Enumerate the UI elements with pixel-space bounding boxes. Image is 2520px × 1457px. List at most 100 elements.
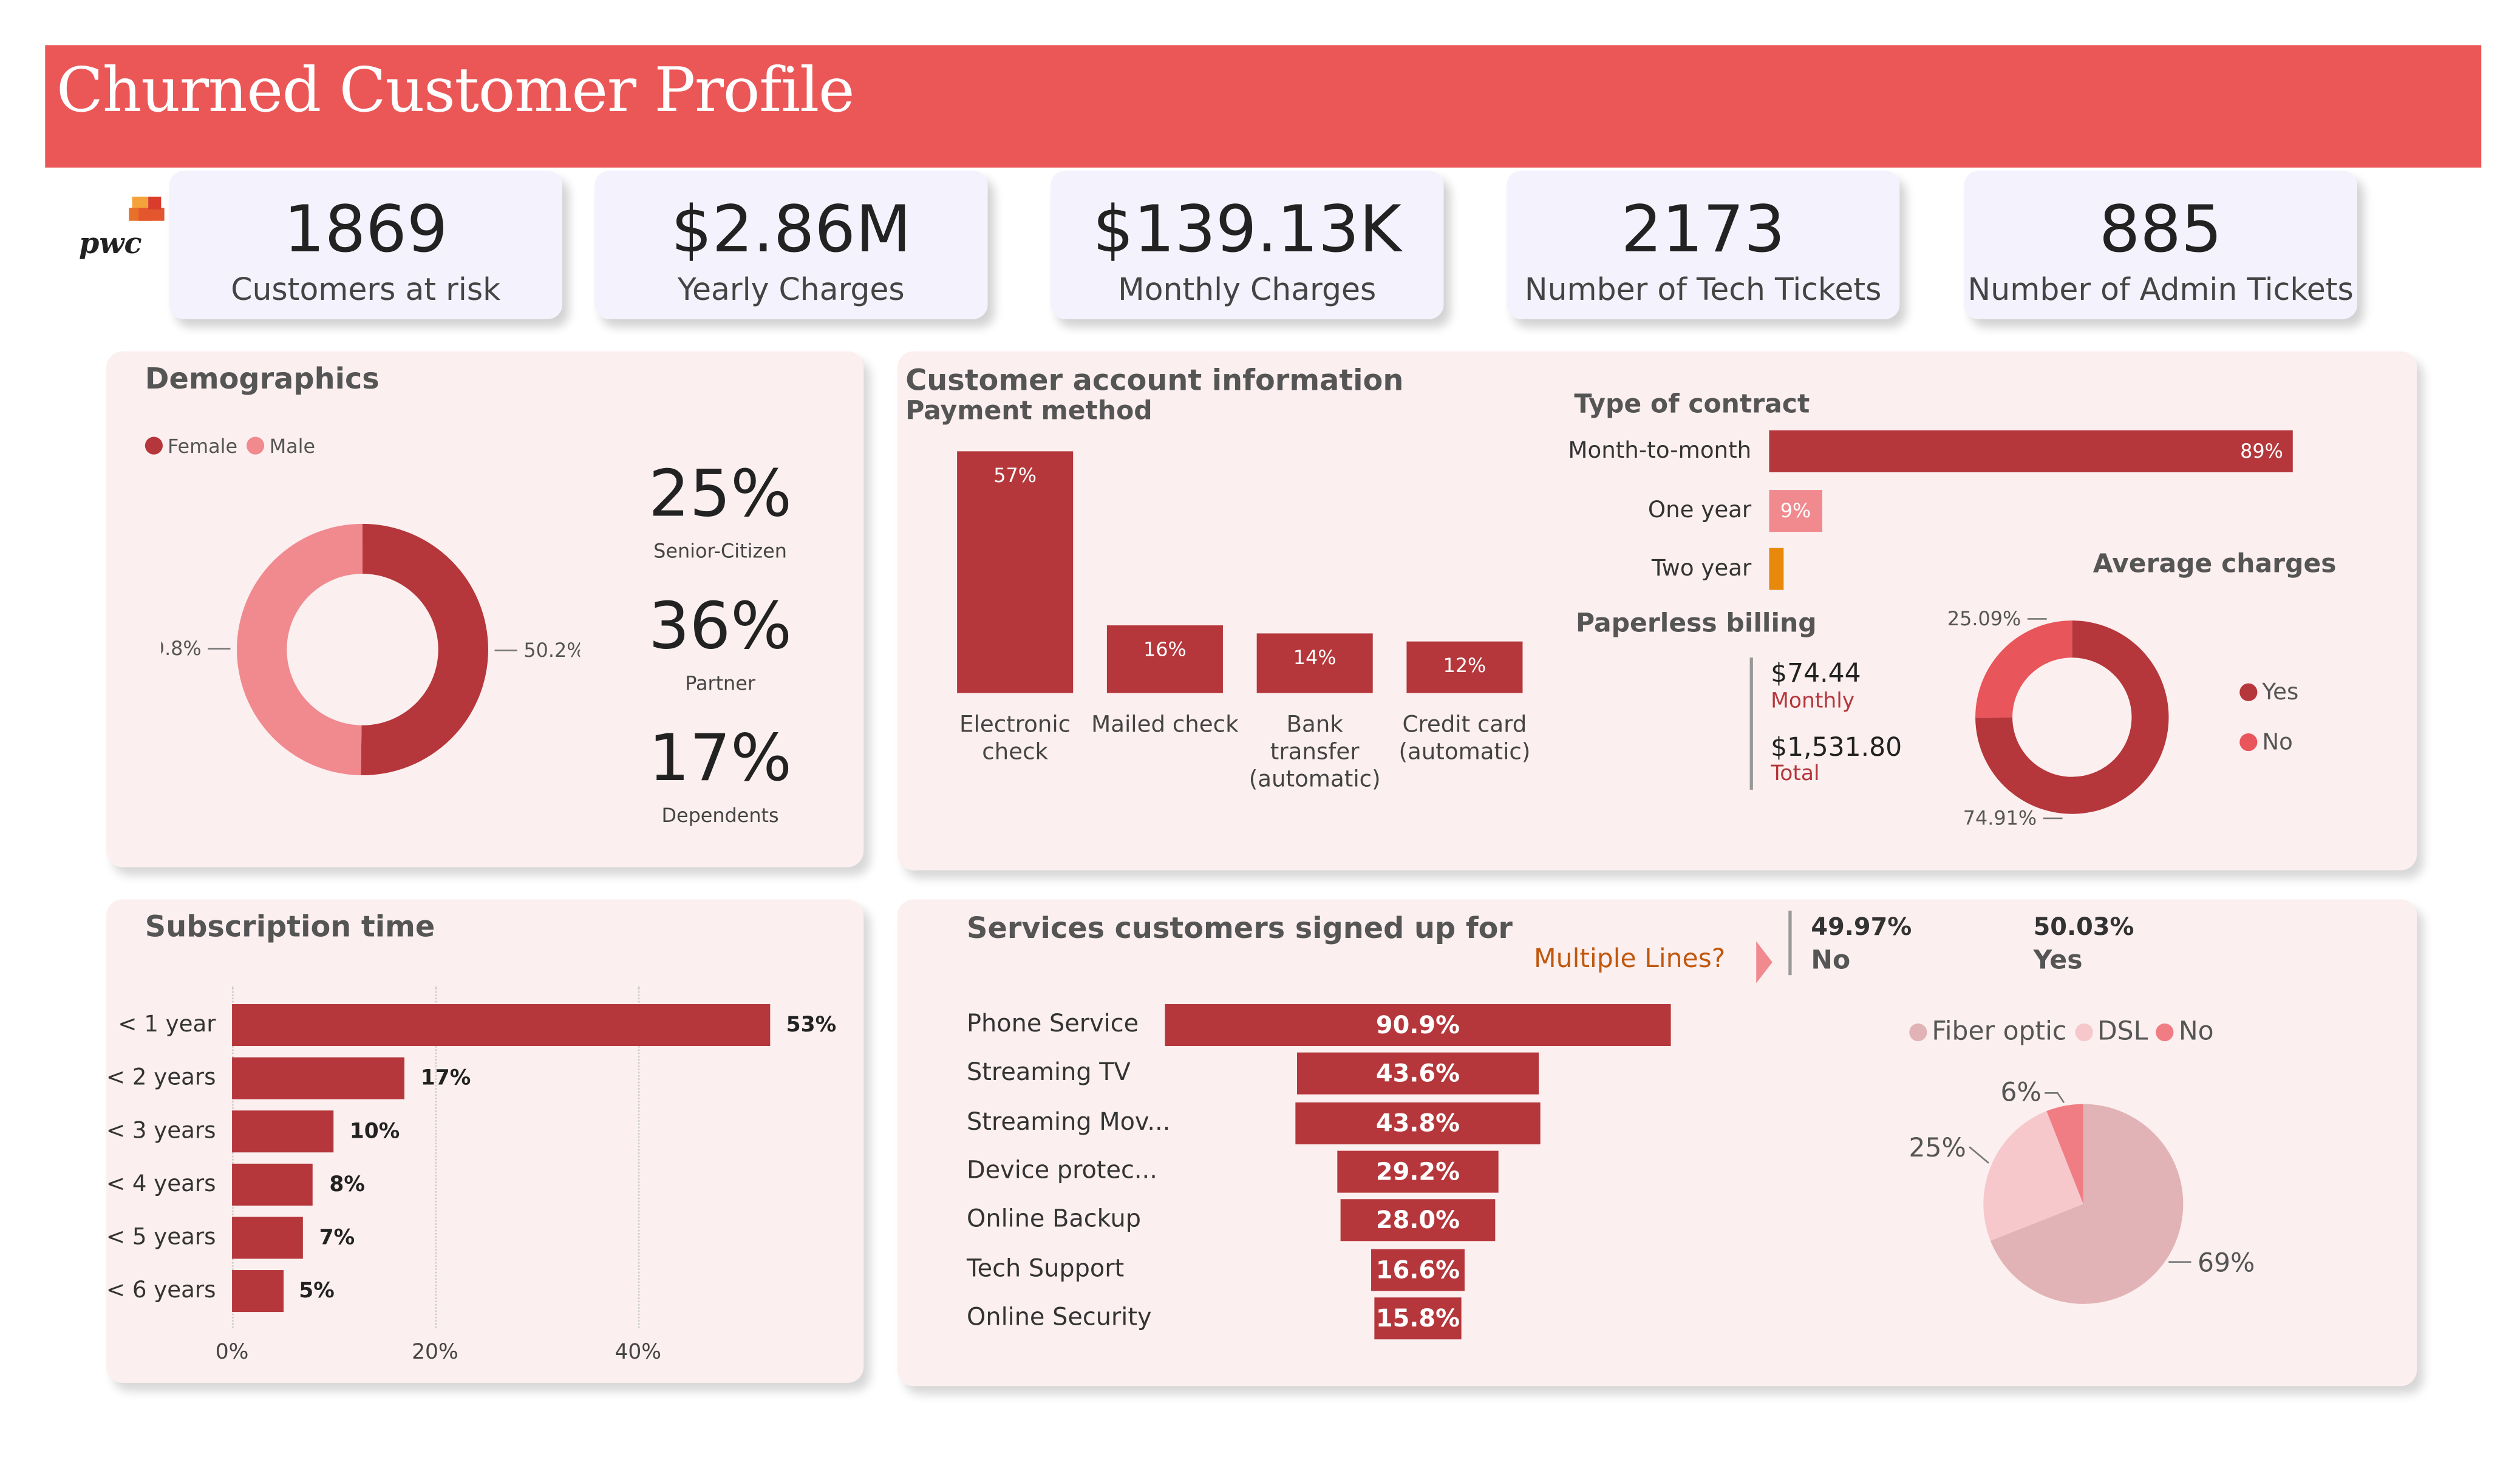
multiple-lines-no-label: No — [1811, 944, 1851, 976]
subscription-category-label: < 2 years — [106, 1065, 216, 1092]
services-title: Services customers signed up for — [967, 912, 1513, 946]
legend-item-no: No — [2239, 730, 2293, 756]
legend-label: Fiber optic — [1932, 1015, 2067, 1047]
kpi-label: Number of Admin Tickets — [1967, 272, 2354, 308]
callout-arrow-icon — [1756, 941, 1773, 983]
payment-bar-label: 12% — [1443, 654, 1486, 678]
pie-label-fiber: 69% — [2198, 1249, 2255, 1279]
multiple-lines-yes-label: Yes — [2033, 944, 2083, 976]
demographics-legend: Female Male — [145, 435, 315, 458]
senior-citizen-value: 25% — [649, 457, 792, 532]
kpi-card-monthly-charges: $139.13K Monthly Charges — [1051, 171, 1444, 319]
kpi-label: Yearly Charges — [677, 272, 905, 308]
donut-label-no: 25.09% — [1947, 607, 2021, 630]
multiple-lines-no-pct: 49.97% — [1811, 912, 1912, 942]
payment-category-label: Mailed check — [1091, 712, 1239, 738]
contract-bar — [1769, 430, 2293, 472]
funnel-category-label: Streaming Mov... — [967, 1106, 1171, 1136]
pie-label-dsl: 25% — [1909, 1133, 1966, 1163]
gender-donut-chart: 50.2% 49.8% — [161, 523, 580, 776]
kpi-value: 1869 — [284, 193, 448, 268]
subscription-bar — [232, 1217, 304, 1259]
page-title: Churned Customer Profile — [56, 55, 855, 126]
legend-dot — [2239, 733, 2258, 752]
legend-dot — [247, 436, 265, 455]
funnel-bar: 15.8% — [1374, 1297, 1462, 1339]
payment-category-label: Credit card (automatic) — [1398, 712, 1531, 766]
subscription-category-label: < 5 years — [106, 1224, 216, 1251]
multiple-lines-divider — [1788, 911, 1792, 976]
funnel-bar: 43.6% — [1296, 1053, 1539, 1095]
payment-category-label: Bank transfer (automatic) — [1248, 712, 1381, 793]
donut-slice-no — [1975, 620, 2072, 718]
funnel-bar: 90.9% — [1165, 1004, 1671, 1047]
donut-slice-female — [361, 523, 488, 776]
funnel-bar: 43.8% — [1296, 1101, 1540, 1144]
donut-label-yes: 74.91% — [1963, 807, 2037, 830]
subscription-title: Subscription time — [145, 911, 435, 945]
contract-title: Type of contract — [1574, 388, 1810, 419]
contract-bar-label: 9% — [1780, 500, 1811, 523]
contract-category-label: Month-to-month — [1568, 438, 1752, 464]
paperless-divider — [1749, 657, 1753, 790]
funnel-bar: 29.2% — [1337, 1150, 1499, 1193]
dependents-value: 17% — [649, 722, 792, 796]
subscription-bar-label: 5% — [299, 1279, 335, 1304]
kpi-value: 885 — [2099, 193, 2222, 268]
legend-item-dsl: DSL — [2074, 1016, 2148, 1046]
account-info-title: Customer account information — [905, 364, 1404, 398]
legend-label: No — [2262, 730, 2293, 756]
subscription-category-label: < 1 year — [118, 1012, 216, 1038]
x-tick-label: 20% — [412, 1340, 458, 1365]
subscription-bar — [232, 1110, 334, 1153]
pwc-logo-text: pwc — [79, 227, 142, 262]
subscription-bar — [232, 1270, 283, 1313]
dependents-label: Dependents — [661, 804, 779, 827]
donut-label-female: 50.2% — [523, 639, 580, 662]
legend-label: Female — [167, 435, 238, 458]
subscription-bar-label: 17% — [420, 1067, 471, 1092]
legend-dot — [2239, 683, 2258, 701]
payment-category-label: Electronic check — [959, 712, 1071, 766]
paperless-monthly-value: $74.44 — [1771, 657, 1861, 688]
average-charges-donut-chart: 74.91% 25.09% — [1947, 607, 2169, 830]
legend-dot — [145, 436, 163, 455]
funnel-category-label: Online Backup — [967, 1204, 1141, 1234]
leader-line — [2045, 1092, 2065, 1104]
subscription-bar-label: 7% — [319, 1226, 355, 1251]
x-tick-label: 40% — [615, 1340, 662, 1365]
legend-item-no-internet: No — [2156, 1016, 2214, 1046]
kpi-value: $139.13K — [1092, 193, 1401, 268]
funnel-bar: 16.6% — [1371, 1248, 1465, 1291]
kpi-card-admin-tickets: 885 Number of Admin Tickets — [1964, 171, 2357, 319]
pwc-logo: pwc — [74, 194, 168, 268]
kpi-label: Customers at risk — [231, 272, 501, 308]
header-banner: Churned Customer Profile — [45, 45, 2482, 168]
kpi-label: Number of Tech Tickets — [1524, 272, 1882, 308]
subscription-panel — [106, 899, 864, 1383]
subscription-category-label: < 3 years — [106, 1118, 216, 1144]
contract-bar — [1769, 548, 1784, 590]
multiple-lines-yes-pct: 50.03% — [2033, 912, 2134, 942]
funnel-bar: 28.0% — [1340, 1199, 1496, 1241]
legend-label: Male — [269, 435, 316, 458]
subscription-bar — [232, 1004, 771, 1047]
donut-label-male: 49.8% — [161, 637, 201, 660]
contract-category-label: Two year — [1651, 555, 1752, 582]
legend-dot — [1909, 1023, 1927, 1042]
kpi-card-customers-at-risk: 1869 Customers at risk — [169, 171, 563, 319]
payment-bar-label: 14% — [1293, 647, 1337, 670]
legend-dot — [2074, 1023, 2093, 1042]
legend-label: Yes — [2262, 680, 2299, 706]
legend-label: No — [2178, 1015, 2214, 1047]
donut-slice-male — [237, 523, 363, 775]
kpi-value: 2173 — [1621, 193, 1785, 268]
pie-label-no: 6% — [2001, 1078, 2042, 1108]
subscription-category-label: < 4 years — [106, 1172, 216, 1198]
funnel-category-label: Tech Support — [967, 1253, 1125, 1282]
kpi-label: Monthly Charges — [1118, 272, 1377, 308]
legend-dot — [2156, 1023, 2174, 1042]
subscription-bar-label: 8% — [329, 1173, 365, 1198]
kpi-card-tech-tickets: 2173 Number of Tech Tickets — [1506, 171, 1900, 319]
payment-method-title: Payment method — [905, 395, 1153, 426]
